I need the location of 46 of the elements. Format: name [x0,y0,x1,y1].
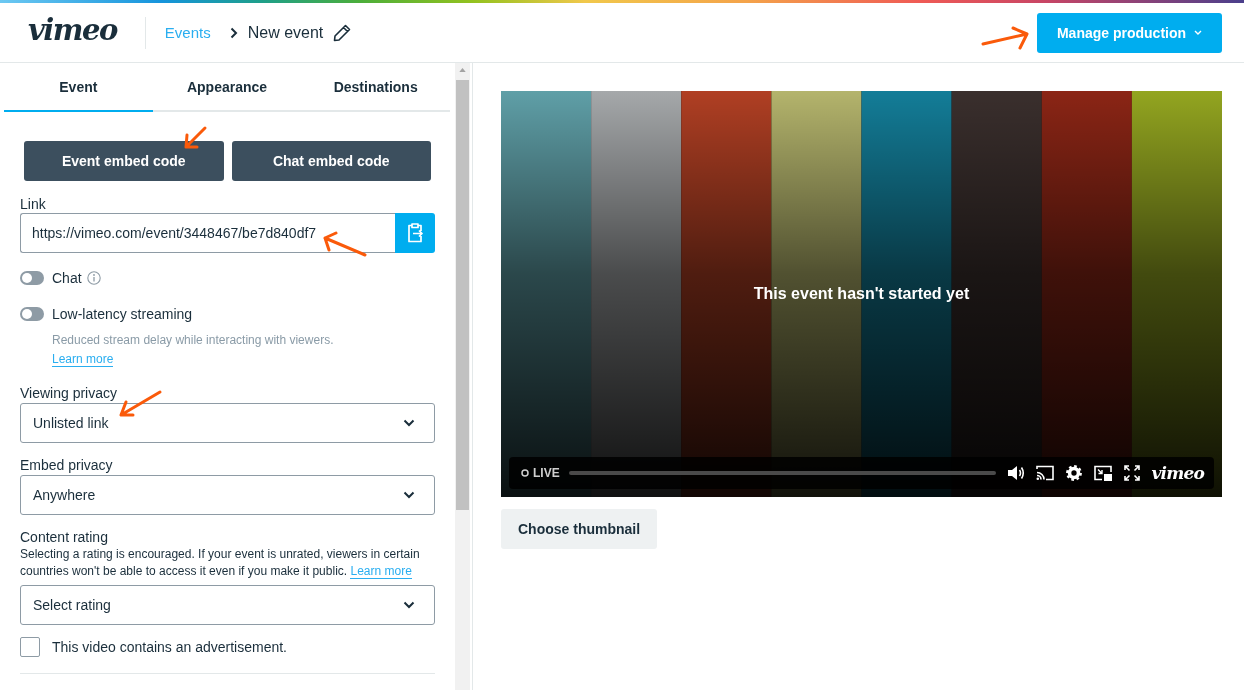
link-field[interactable]: https://vimeo.com/event/3448467/be7d840df7 [20,213,395,253]
scrollbar-thumb[interactable] [456,80,469,510]
field-description: Selecting a rating is encouraged. If your event is unrated, viewers in certain countries won't be able to access it even if you make it public. Learn more [20,546,421,580]
fullscreen-icon[interactable] [1122,465,1141,481]
dropdown-select[interactable]: Select rating [20,585,435,625]
toggle-switch[interactable] [20,271,44,285]
vimeo-logo[interactable]: vimeo [1151,463,1204,483]
picture-in-picture-icon[interactable] [1093,465,1112,481]
volume-icon[interactable] [1006,465,1025,481]
clipboard-icon [407,223,423,243]
pencil-icon[interactable] [333,23,352,42]
choose-thumbnail-button[interactable]: Choose thumbnail [501,509,658,549]
toggle-description: Reduced stream delay while interacting with viewers. [51,332,335,349]
checkbox-label: This video contains an advertisement. [52,639,287,655]
annotation-arrow [119,390,162,417]
copy-link-button[interactable] [395,213,435,253]
annotation-arrow [981,26,1029,50]
live-label: LIVE [533,466,560,480]
settings-icon[interactable] [1064,465,1083,481]
event-title: New event [247,23,324,42]
player-message: This event hasn't started yet [753,284,970,304]
vimeo-logo[interactable]: vimeo [28,14,117,45]
embed-code-button[interactable]: Chat embed code [231,141,431,181]
chevron-down-icon [403,601,415,609]
field-label: Link [20,196,47,212]
caret-icon [1194,30,1203,35]
checkbox[interactable] [20,637,40,657]
field-label: Viewing privacy [20,385,118,401]
info-icon[interactable] [86,271,101,285]
field-label: Content rating [20,529,109,545]
toggle-switch[interactable] [20,307,44,321]
dropdown-select[interactable]: Unlisted link [20,403,435,443]
chevron-down-icon [403,419,415,427]
toggle-label: Chat [52,270,82,286]
toggle-label: Low-latency streaming [52,306,193,322]
chevron-right-icon [229,26,238,39]
field-label: Embed privacy [20,457,114,473]
live-status-icon [521,469,529,477]
annotation-arrow [323,231,367,257]
chevron-down-icon [403,491,415,499]
annotation-arrow [184,126,207,149]
dropdown-select[interactable]: Anywhere [20,475,435,515]
scroll-up-arrow-icon[interactable] [459,68,466,72]
cast-icon[interactable] [1035,465,1054,481]
progress-track[interactable] [568,471,996,475]
embed-code-button[interactable]: Event embed code [24,141,224,181]
